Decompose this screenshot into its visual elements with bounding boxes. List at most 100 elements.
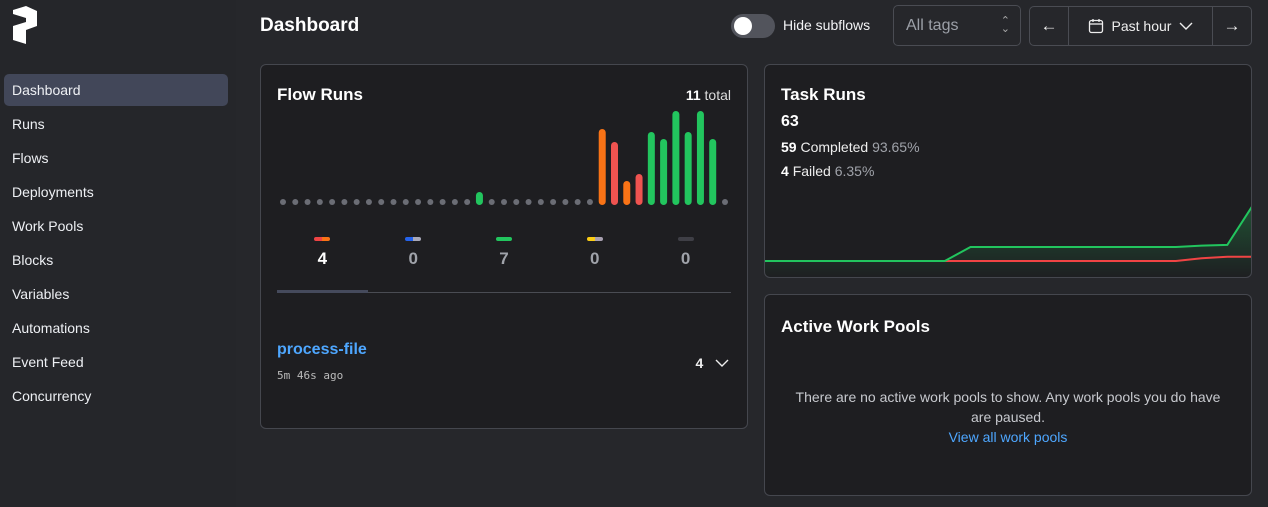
sidebar-item-dashboard[interactable]: Dashboard (4, 74, 228, 106)
flow-run-bar[interactable] (684, 132, 692, 205)
tab-selected-indicator[interactable] (277, 290, 368, 293)
empty-bar-dot (415, 199, 422, 205)
flow-link[interactable]: process-file (277, 341, 367, 359)
state-swatch (405, 237, 422, 241)
state-count: 0 (680, 249, 691, 268)
empty-bar-dot (378, 199, 385, 205)
empty-bar-dot (329, 199, 336, 205)
chevron-down-icon (1179, 22, 1193, 30)
empty-bar-dot (537, 199, 544, 205)
flow-run-bar[interactable] (660, 139, 668, 205)
total-count: 11 (685, 87, 701, 103)
flow-run-count: 4 (695, 355, 704, 371)
sidebar-item-automations[interactable]: Automations (4, 312, 228, 344)
empty-bar-dot (353, 199, 360, 205)
state-swatch (677, 237, 694, 241)
state-summary: 4 0 7 0 0 (277, 235, 731, 269)
completed-stat: 59 Completed 93.65% (781, 139, 920, 155)
sidebar-item-variables[interactable]: Variables (4, 278, 228, 310)
state-stat[interactable]: 7 (459, 235, 550, 269)
tags-select[interactable]: All tags ⌃ ⌄ (893, 5, 1021, 46)
work-pools-card: Active Work Pools There are no active wo… (764, 294, 1252, 496)
flow-run-bar[interactable] (647, 132, 655, 205)
hide-subflows-label: Hide subflows (783, 17, 871, 33)
failed-label: Failed (792, 163, 831, 179)
main: Dashboard Hide subflows All tags ⌃ ⌄ ← Pas… (236, 0, 1268, 507)
sidebar-item-work-pools[interactable]: Work Pools (4, 210, 228, 242)
empty-bar-dot (488, 199, 495, 205)
state-stat[interactable]: 0 (640, 235, 731, 269)
state-stat[interactable]: 0 (368, 235, 459, 269)
flow-runs-total: 11 total (686, 87, 731, 103)
view-all-work-pools-link[interactable]: View all work pools (785, 427, 1231, 447)
task-runs-title: Task Runs (781, 85, 866, 104)
state-count: 7 (499, 249, 509, 268)
range-select[interactable]: Past hour (1068, 7, 1213, 45)
flow-last-run-time: 5m 46s ago (277, 369, 344, 382)
sidebar-item-concurrency[interactable]: Concurrency (4, 380, 228, 412)
failed-stat: 4 Failed 6.35% (781, 163, 874, 179)
completed-label: Completed (800, 139, 869, 155)
flow-run-bar[interactable] (611, 142, 618, 205)
calendar-icon (1088, 19, 1103, 34)
state-stat[interactable]: 0 (549, 235, 640, 269)
empty-bar-dot (341, 199, 348, 205)
flow-run-bar[interactable] (623, 181, 631, 205)
failed-pct: 6.35% (834, 163, 875, 179)
empty-bar-dot (292, 199, 299, 205)
state-swatch (586, 237, 603, 241)
chevron-up-down-icon: ⌃ ⌄ (1000, 15, 1010, 35)
range-label: Past hour (1111, 18, 1172, 34)
flow-runs-card: Flow Runs 11 total 4 0 7 0 0 process-file 5m… (260, 64, 748, 429)
hide-subflows-toggle[interactable] (731, 14, 775, 38)
work-pools-empty-state: There are no active work pools to show. … (785, 387, 1231, 447)
empty-bar-dot (513, 199, 520, 205)
sidebar-item-event-feed[interactable]: Event Feed (4, 346, 228, 378)
flow-run-bar[interactable] (696, 111, 704, 205)
empty-bar-dot (574, 199, 581, 205)
completed-pct: 93.65% (872, 139, 920, 155)
chevron-down-icon (715, 359, 729, 367)
empty-bar-dot (464, 199, 471, 205)
empty-bar-dot (402, 199, 409, 205)
task-runs-card: Task Runs 63 59 Completed 93.65% 4 Faile… (764, 64, 1252, 278)
empty-bar-dot (365, 199, 372, 205)
empty-bar-dot (550, 199, 557, 205)
arrow-right-icon: → (1223, 16, 1241, 35)
state-swatch (314, 237, 331, 241)
flow-run-bar[interactable] (672, 111, 680, 205)
work-pools-title: Active Work Pools (781, 317, 930, 336)
sidebar-nav: Dashboard Runs Flows Deployments Work Pools B… (4, 74, 228, 414)
state-swatch (495, 237, 512, 241)
flow-runs-bar-chart (280, 111, 728, 205)
failed-count: 4 (781, 163, 789, 179)
previous-range-button[interactable]: ← (1030, 7, 1068, 45)
task-runs-line-chart (765, 206, 1251, 277)
empty-bar-dot (501, 199, 507, 205)
task-runs-total: 63 (781, 113, 799, 130)
page-title: Dashboard (260, 15, 360, 36)
flow-run-count-toggle[interactable]: 4 (696, 355, 729, 371)
flow-run-bar[interactable] (635, 174, 643, 205)
prefect-logo-icon[interactable] (12, 6, 38, 44)
arrow-left-icon: ← (1040, 16, 1058, 35)
flow-runs-title: Flow Runs (277, 85, 363, 104)
flow-run-bar[interactable] (598, 129, 606, 205)
flow-run-bar[interactable] (475, 192, 483, 205)
sidebar: Dashboard Runs Flows Deployments Work Pools B… (0, 0, 236, 507)
next-range-button[interactable]: → (1213, 7, 1251, 45)
empty-bar-dot (427, 199, 434, 205)
state-stat[interactable]: 4 (277, 235, 368, 269)
tags-placeholder: All tags (906, 17, 959, 34)
sidebar-item-runs[interactable]: Runs (4, 108, 228, 140)
state-count: 0 (408, 249, 418, 268)
sidebar-item-blocks[interactable]: Blocks (4, 244, 228, 276)
empty-bar-dot (525, 199, 532, 205)
sidebar-item-flows[interactable]: Flows (4, 142, 228, 174)
empty-bar-dot (316, 199, 323, 205)
sidebar-item-deployments[interactable]: Deployments (4, 176, 228, 208)
empty-bar-dot (562, 199, 569, 205)
empty-bar-dot (451, 199, 458, 205)
total-label: total (704, 87, 731, 103)
flow-run-bar[interactable] (709, 139, 717, 205)
